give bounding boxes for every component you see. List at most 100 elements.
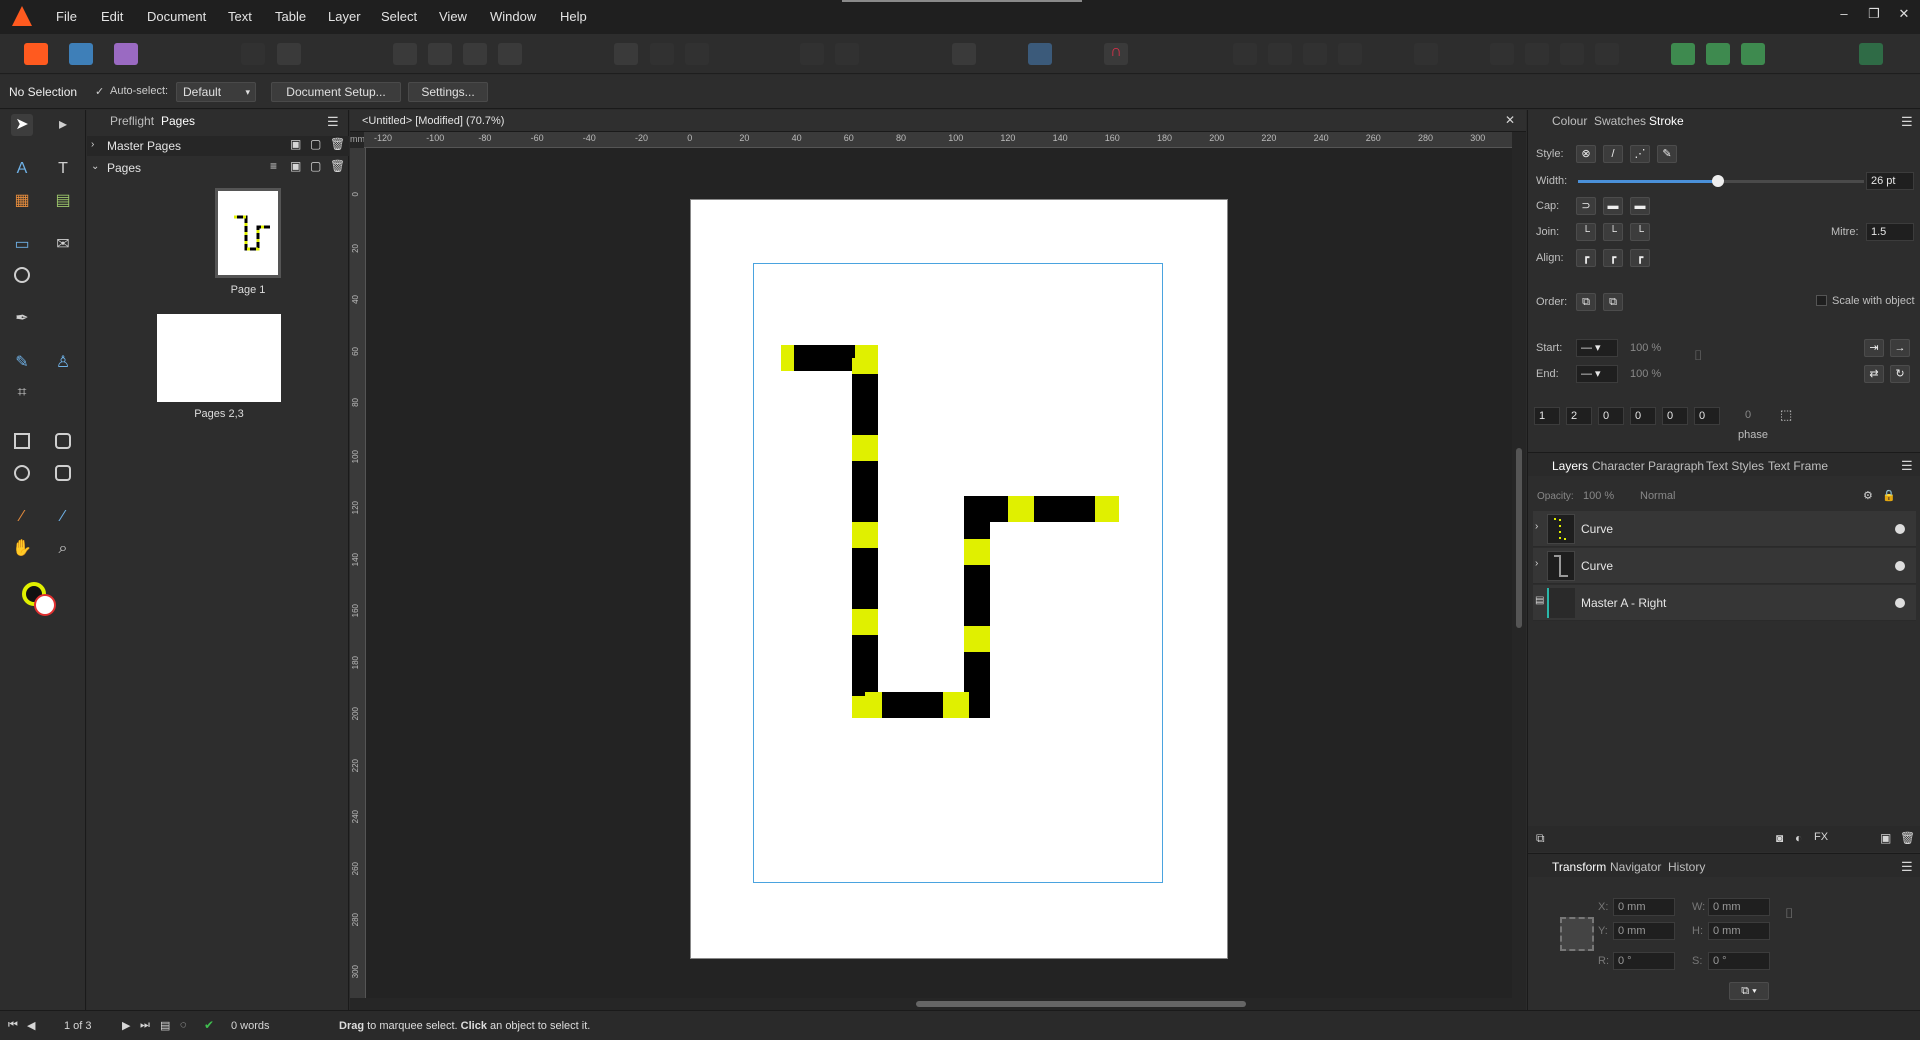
visibility-icon[interactable] (1895, 524, 1905, 534)
eye-icon[interactable] (952, 43, 976, 65)
pages-header[interactable]: ⌄ Pages ≡ ▣ ▢ 🗑 (87, 158, 349, 178)
y-field[interactable]: 0 mm (1613, 922, 1675, 940)
close-window-icon[interactable]: ✕ (1892, 6, 1916, 26)
rotation-field[interactable]: 0 ° (1613, 952, 1675, 970)
menu-file[interactable]: File (56, 9, 77, 24)
end-pct[interactable]: 100 % (1630, 368, 1661, 380)
shape-tool-icon[interactable] (55, 465, 71, 481)
vertical-scrollbar[interactable] (1512, 148, 1526, 998)
dash-field-6[interactable]: 0 (1694, 407, 1720, 425)
dash-field-3[interactable]: 0 (1598, 407, 1624, 425)
crop-tool-icon[interactable]: ⌗ (11, 382, 33, 404)
transform-icon-3[interactable] (1560, 43, 1584, 65)
hamburger-icon[interactable]: ☰ (1901, 458, 1913, 474)
menu-select[interactable]: Select (381, 9, 417, 24)
tab-colour[interactable]: Colour (1552, 114, 1587, 128)
arrange-icon-3[interactable] (1303, 43, 1327, 65)
tab-navigator[interactable]: Navigator (1610, 860, 1661, 874)
fx-icon[interactable]: FX (1814, 831, 1828, 843)
menu-view[interactable]: View (439, 9, 467, 24)
tab-character[interactable]: Character (1592, 459, 1645, 473)
menu-layer[interactable]: Layer (328, 9, 361, 24)
pinning-tool-icon[interactable]: ▤ (52, 190, 74, 212)
visibility-icon[interactable] (1895, 598, 1905, 608)
dash-field-2[interactable]: 2 (1566, 407, 1592, 425)
dash-field-4[interactable]: 0 (1630, 407, 1656, 425)
reverse-arrows-icon[interactable]: ↻ (1890, 365, 1910, 383)
frame-icon[interactable] (393, 43, 417, 65)
place-icon[interactable] (463, 43, 487, 65)
start-arrow-dropdown[interactable]: — ▾ (1576, 339, 1618, 357)
link-proportion-icon[interactable]: ⌷ (1785, 905, 1793, 922)
last-page-icon[interactable]: ⏭ (140, 1019, 150, 1032)
swap-arrows-icon[interactable]: ⇄ (1864, 365, 1884, 383)
tab-history[interactable]: History (1668, 860, 1705, 874)
menu-window[interactable]: Window (490, 9, 536, 24)
boolean-intersect-icon[interactable] (1741, 43, 1765, 65)
page-spread[interactable] (690, 199, 1228, 959)
preflight-ok-icon[interactable]: ✔ (204, 1018, 214, 1032)
close-icon[interactable]: ✕ (1505, 113, 1515, 127)
add-layer-icon[interactable]: ▣ (1880, 831, 1891, 845)
tab-layers[interactable]: Layers (1552, 459, 1588, 473)
table-tool-icon[interactable]: ▦ (11, 190, 33, 212)
autoselect-dropdown[interactable]: Default ▾ (176, 82, 256, 102)
layer-row[interactable]: › Curve (1533, 511, 1916, 547)
butt-cap-icon[interactable]: ⊃ (1576, 197, 1596, 215)
transform-icon-1[interactable] (1490, 43, 1514, 65)
layer-row[interactable]: › Curve (1533, 548, 1916, 584)
view-mode-icon[interactable]: ◌ (180, 1019, 187, 1031)
tab-text-frame[interactable]: Text Frame (1768, 459, 1828, 473)
gear-icon[interactable] (277, 43, 301, 65)
dash-balance-icon[interactable]: ⬚ (1780, 407, 1792, 423)
checkmark-icon[interactable]: ✓ (95, 85, 104, 98)
opacity-value[interactable]: 100 % (1583, 490, 1614, 502)
layer-options-icon[interactable]: ⧉ (1536, 831, 1545, 846)
curve-shape[interactable] (691, 200, 1229, 960)
layer-row[interactable]: ▤ Master A - Right (1533, 585, 1916, 621)
transform-options-icon[interactable]: ⧉ ▾ (1729, 982, 1769, 1000)
document-setup-button[interactable]: Document Setup... (271, 82, 401, 102)
vscroll-thumb[interactable] (1516, 448, 1522, 628)
hamburger-icon[interactable]: ☰ (327, 114, 339, 130)
circle-icon[interactable] (650, 43, 674, 65)
rectangle-tool-icon[interactable] (14, 433, 30, 449)
boolean-subtract-icon[interactable] (1706, 43, 1730, 65)
frame-text-icon[interactable]: T (52, 158, 74, 180)
round-join-icon[interactable]: └ (1603, 223, 1623, 241)
arrange-icon-4[interactable] (1338, 43, 1362, 65)
duplicate-master-icon[interactable]: ▢ (310, 137, 321, 151)
start-pct[interactable]: 100 % (1630, 342, 1661, 354)
user-icon[interactable] (1859, 43, 1883, 65)
scale-with-object-checkbox[interactable] (1816, 295, 1827, 306)
arrange-icon-2[interactable] (1268, 43, 1292, 65)
fill-tool-icon[interactable]: ✎ (11, 352, 33, 374)
menu-document[interactable]: Document (147, 9, 206, 24)
width-field[interactable]: 26 pt (1866, 172, 1914, 190)
miter-join-icon[interactable]: └ (1576, 223, 1596, 241)
link-icon[interactable] (498, 43, 522, 65)
first-page-icon[interactable]: ⏮ (8, 1019, 18, 1032)
trash-icon[interactable]: 🗑 (330, 159, 345, 173)
add-page-icon[interactable]: ▣ (290, 159, 301, 173)
dash-field-1[interactable]: 1 (1534, 407, 1560, 425)
solid-line-icon[interactable]: / (1603, 145, 1623, 163)
h-field[interactable]: 0 mm (1708, 922, 1770, 940)
picture-frame-icon[interactable]: ▭ (11, 234, 33, 256)
designer-persona-icon[interactable] (69, 43, 93, 65)
align-outside-icon[interactable]: ┏ (1630, 249, 1650, 267)
pen-tool-icon[interactable]: ✒ (11, 308, 33, 330)
x-field[interactable]: 0 mm (1613, 898, 1675, 916)
end-arrow-dropdown[interactable]: — ▾ (1576, 365, 1618, 383)
arrange-icon-1[interactable] (1233, 43, 1257, 65)
zoom-tool-icon[interactable]: ⌕ (52, 538, 74, 560)
eyedropper-icon[interactable]: ⁄ (52, 506, 74, 528)
snapping-magnet-icon[interactable]: ∩ (1104, 43, 1128, 65)
horizontal-scrollbar[interactable] (366, 998, 1512, 1010)
width-slider-handle[interactable] (1712, 175, 1725, 187)
square-cap-icon[interactable]: ▬ (1630, 197, 1650, 215)
ruler-left[interactable]: 0 20 40 60 80 100 120 140 160 180 200 220 240 260 280 3… (350, 148, 366, 998)
menu-table[interactable]: Table (275, 9, 306, 24)
publisher-persona-icon[interactable] (24, 43, 48, 65)
menu-text[interactable]: Text (228, 9, 252, 24)
